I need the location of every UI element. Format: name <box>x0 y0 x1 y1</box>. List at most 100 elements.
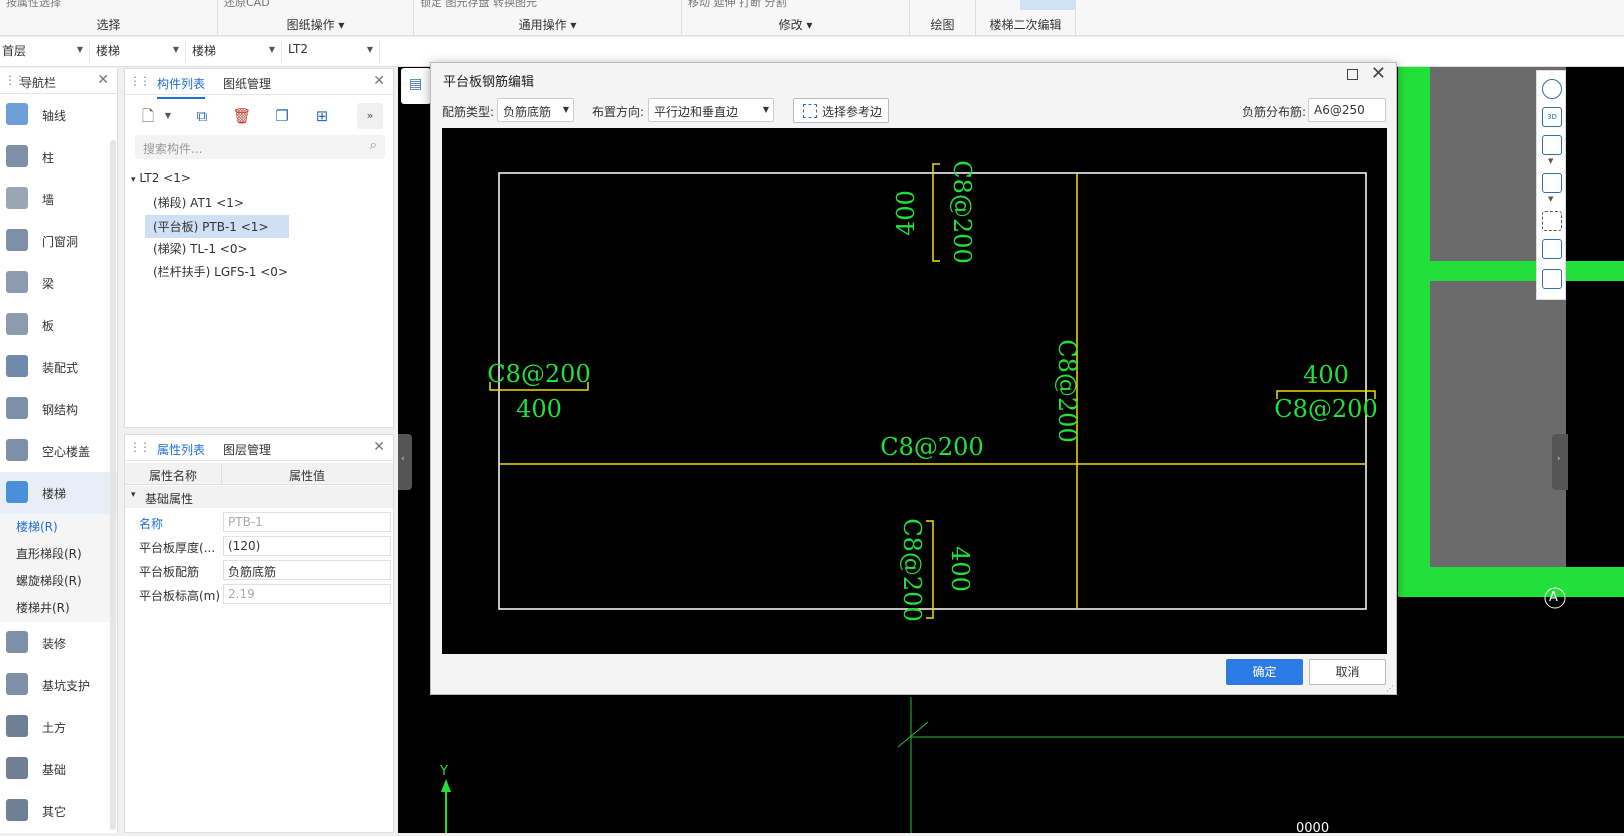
nav-item[interactable]: 柱 <box>0 136 117 178</box>
copy-icon[interactable]: ⧉ <box>189 103 215 129</box>
nav-item[interactable]: 楼梯 <box>0 472 117 514</box>
orbit-icon[interactable] <box>1542 79 1562 99</box>
ribbon-group-general[interactable]: 锁定 图元存盘 转换图元 通用操作 ▾ <box>414 0 682 36</box>
new-component-icon[interactable]: 🗋 <box>135 103 161 129</box>
property-value-input[interactable]: 负筋底筋 <box>223 560 391 580</box>
close-icon[interactable]: ✕ <box>97 72 109 88</box>
nav-item[interactable]: 钢结构 <box>0 388 117 430</box>
ribbon-group-label: 楼梯二次编辑 <box>989 18 1062 32</box>
close-icon[interactable]: ✕ <box>1371 63 1386 84</box>
nav-item[interactable]: 板 <box>0 304 117 346</box>
nav-item-label: 装修 <box>42 637 67 651</box>
nav-item[interactable]: 墙 <box>0 178 117 220</box>
tree-root[interactable]: ▾ LT2 <1> <box>131 171 191 185</box>
box-view-icon[interactable] <box>1542 135 1562 155</box>
nav-item-label: 土方 <box>42 721 67 735</box>
component-select[interactable]: LT2 ▼ <box>286 42 380 62</box>
3d-view-icon[interactable]: 3D <box>1542 107 1562 127</box>
nav-item[interactable]: 门窗洞 <box>0 220 117 262</box>
tab-property-list[interactable]: 属性列表 <box>157 441 206 465</box>
type-select[interactable]: 楼梯 ▼ <box>190 42 282 62</box>
chevron-down-icon[interactable]: ▼ <box>161 103 175 129</box>
tab-component-list[interactable]: 构件列表 <box>157 75 206 99</box>
nav-subitem[interactable]: 楼梯(R) <box>0 514 117 541</box>
component-list-panel: ⋮⋮ 构件列表 图纸管理 ✕ 🗋 ▼ ⧉ 🗑 ❐ ⊞ » 搜索构件... ⌕ ▾ … <box>124 68 394 428</box>
nav-item-label: 板 <box>42 319 55 333</box>
resize-grip-icon[interactable]: ⋰ <box>1386 684 1394 693</box>
dist-rebar-input[interactable]: A6@250 <box>1308 98 1386 122</box>
layer-copy-icon[interactable]: ❐ <box>269 103 295 129</box>
floor-select[interactable]: 首层 ▼ <box>0 42 90 62</box>
property-panel: ⋮⋮ 属性列表 图层管理 ✕ 属性名称 属性值 ▾ 基础属性 名称 PTB-1 平… <box>124 434 394 833</box>
dim-label-bottom: 400 <box>946 546 974 592</box>
tree-item[interactable]: (梯梁) TL-1 <0> <box>153 240 248 257</box>
property-name: 名称 <box>139 517 164 531</box>
nav-list: 轴线柱墙门窗洞梁板装配式钢结构 空心楼盖 楼梯 楼梯(R) 直形梯段(R) 螺旋梯段(R)… <box>0 94 117 832</box>
navigation-panel: ⋮⋮ 导航栏 ✕ 轴线柱墙门窗洞梁板装配式 钢结构 空心楼盖 楼梯 楼梯(R) 直形梯段(… <box>0 68 118 833</box>
more-icon[interactable]: » <box>357 103 383 129</box>
nav-item[interactable]: 梁 <box>0 262 117 304</box>
panel-expand-handle[interactable]: › <box>1552 434 1568 490</box>
nav-item[interactable]: 轴线 <box>0 94 117 136</box>
rebar-type-select[interactable]: 负筋底筋 ▼ <box>497 98 574 122</box>
nav-item[interactable]: 空心楼盖 <box>0 430 117 472</box>
category-select[interactable]: 楼梯 ▼ <box>94 42 186 62</box>
ribbon-group-stair-edit[interactable]: 楼梯二次编辑 <box>976 0 1076 36</box>
property-row: 平台板配筋 负筋底筋 <box>125 558 393 582</box>
chevron-down-icon[interactable]: ▼ <box>1548 195 1553 203</box>
panel-collapse-handle[interactable]: ‹ <box>398 434 412 490</box>
view-tab[interactable]: ▤ <box>401 68 431 104</box>
rebar-canvas[interactable]: C8@200 400 C8@200 C8@200 400 400 C8@200 … <box>442 128 1387 654</box>
nav-scrollbar[interactable] <box>110 140 116 830</box>
property-value-input[interactable]: (120) <box>223 536 391 556</box>
nav-item[interactable]: 装配式 <box>0 346 117 388</box>
chevron-down-icon: ▼ <box>762 105 769 114</box>
ribbon-group-label: 图纸操作 ▾ <box>286 18 345 32</box>
type-select-value: 楼梯 <box>192 44 217 58</box>
column-divider <box>221 463 222 485</box>
tree-item-selected[interactable]: (平台板) PTB-1 <1> <box>145 215 289 238</box>
chevron-down-icon[interactable]: ▼ <box>1548 157 1553 165</box>
tree-item[interactable]: (栏杆扶手) LGFS-1 <0> <box>153 263 288 280</box>
ribbon-group-drawing[interactable]: 还原CAD 图纸操作 ▾ <box>218 0 414 36</box>
tree-item[interactable]: (梯段) AT1 <1> <box>153 194 244 211</box>
nav-item-label: 装配式 <box>42 361 79 375</box>
view-settings-icon[interactable] <box>1542 269 1562 289</box>
tab-layer-management[interactable]: 图层管理 <box>223 441 271 458</box>
ribbon-group-modify[interactable]: 移动 延伸 打断 分割 修改 ▾ <box>682 0 910 36</box>
property-value-input[interactable]: 2.19 <box>223 584 391 604</box>
nav-item[interactable]: 土方 <box>0 706 117 748</box>
ok-button[interactable]: 确定 <box>1226 659 1303 685</box>
property-name: 平台板标高(m) <box>139 589 221 603</box>
nav-subitem[interactable]: 直形梯段(R) <box>0 541 117 568</box>
delete-icon[interactable]: 🗑 <box>229 103 255 129</box>
select-reference-edge-button[interactable]: 选择参考边 <box>793 98 889 123</box>
nav-subitem[interactable]: 楼梯井(R) <box>0 595 117 622</box>
close-icon[interactable]: ✕ <box>373 73 385 89</box>
nav-subitem[interactable]: 螺旋梯段(R) <box>0 568 117 595</box>
property-row: 名称 PTB-1 <box>125 510 393 534</box>
direction-select[interactable]: 平行边和垂直边 ▼ <box>648 98 774 122</box>
ribbon-group-select[interactable]: 按属性选择 选择 <box>0 0 218 36</box>
rebar-label-bottom: C8@200 <box>898 518 926 621</box>
nav-item[interactable]: 基坑支护 <box>0 664 117 706</box>
maximize-icon[interactable] <box>1347 69 1358 80</box>
nav-item[interactable]: 其它 <box>0 790 117 832</box>
show-component-icon[interactable] <box>1542 239 1562 259</box>
property-section[interactable]: ▾ 基础属性 <box>125 486 393 508</box>
direction-label: 布置方向: <box>592 105 645 119</box>
cancel-button[interactable]: 取消 <box>1309 659 1386 685</box>
close-icon[interactable]: ✕ <box>373 439 385 455</box>
dist-rebar-label: 负筋分布筋: <box>1242 105 1307 119</box>
property-value-input[interactable]: PTB-1 <box>223 512 391 532</box>
tab-drawing-management[interactable]: 图纸管理 <box>223 75 271 92</box>
ribbon-group-draw[interactable]: 绘图 <box>910 0 976 36</box>
fit-view-icon[interactable] <box>1542 211 1562 231</box>
save-template-icon[interactable]: ⊞ <box>309 103 335 129</box>
nav-item[interactable]: 基础 <box>0 748 117 790</box>
cube-icon[interactable] <box>1542 173 1562 193</box>
search-input[interactable]: 搜索构件... ⌕ <box>135 135 385 159</box>
nav-item[interactable]: 装修 <box>0 622 117 664</box>
grip-icon[interactable]: ⋮⋮ <box>129 440 151 454</box>
grip-icon[interactable]: ⋮⋮ <box>129 74 151 88</box>
